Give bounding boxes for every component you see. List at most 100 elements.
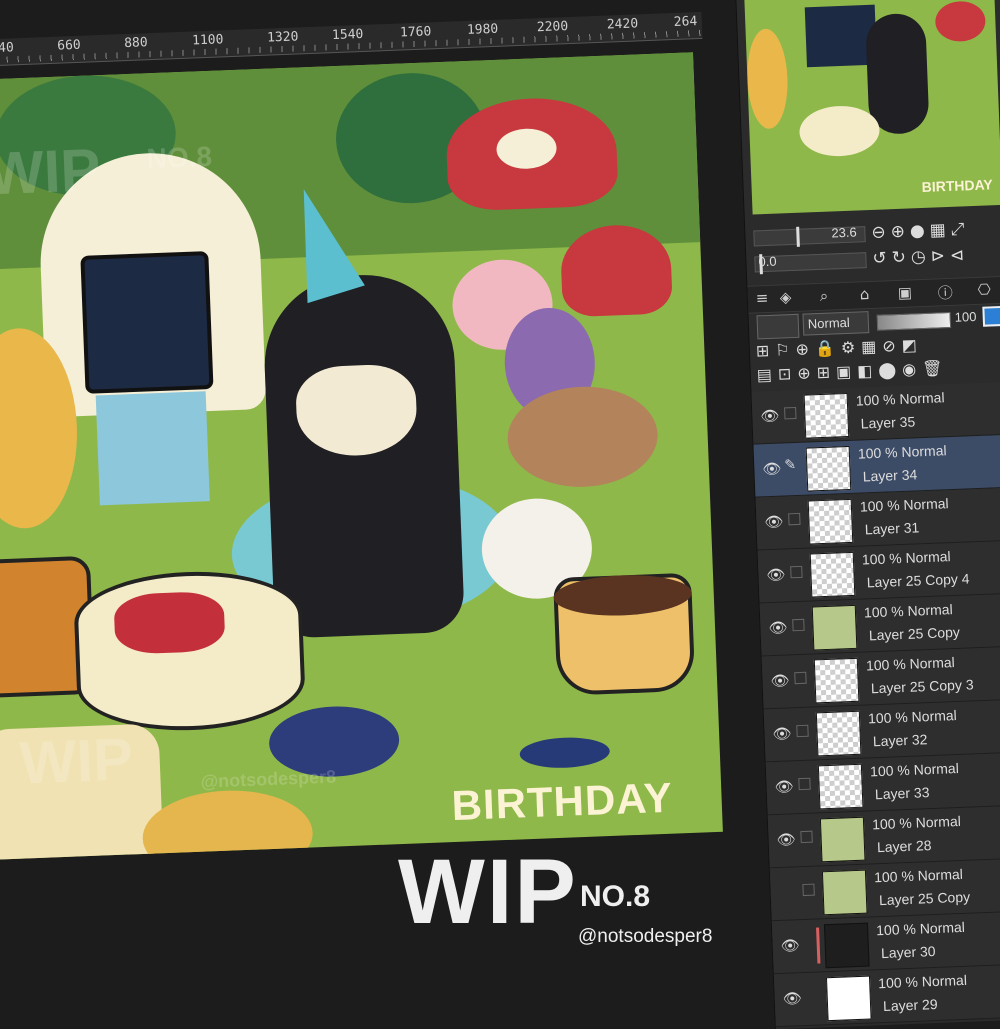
layer-row[interactable]: 👁 100 % Normal Layer 29 [773,963,1000,1028]
eye-icon[interactable]: 👁 [782,989,802,1008]
layer-mode: 100 % Normal [873,865,964,886]
layer-row[interactable]: 👁 100 % Normal Layer 31 [755,486,1000,551]
lock-checkbox[interactable] [798,777,811,791]
eye-icon[interactable]: 👁 [764,513,784,532]
layer-row[interactable]: 👁 100 % Normal Layer 32 [763,698,1000,763]
lock-checkbox[interactable] [794,671,807,685]
eye-icon[interactable]: 👁 [760,407,780,426]
layer-mode: 100 % Normal [859,495,949,515]
ruler-label: 264 [673,14,698,30]
layer-name: Layer 33 [874,784,930,803]
tab-icon[interactable]: ▣ [897,283,912,302]
eye-icon[interactable]: 👁 [768,618,788,637]
info-icon[interactable]: ⓘ [937,282,953,304]
caption-number: NO.8 [580,880,651,913]
layer-list: 👁 100 % Normal Layer 35 👁 ✎ 100 % Normal… [751,380,1000,1028]
zoom-value: 23.6 [831,224,857,241]
layer-thumbnail [809,551,856,598]
ruler-label: 1540 [331,26,364,44]
layer-row[interactable]: 👁 100 % Normal Layer 25 Copy [759,592,1000,657]
eye-icon[interactable]: 👁 [780,936,800,955]
eye-icon[interactable]: 👁 [766,565,786,584]
layer-row[interactable]: 👁 100 % Normal Layer 30 [771,910,1000,975]
layer-thumbnail [817,763,864,810]
layer-row[interactable]: 👁 100 % Normal Layer 33 [765,751,1000,816]
preview-character [865,12,930,135]
opacity-slider[interactable] [876,311,952,331]
layer-thumbnail [807,498,854,545]
navigator-preview[interactable]: BIRTHDAY [743,0,1000,215]
lock-checkbox[interactable] [792,618,805,632]
layer-thumbnail [823,922,870,969]
layer-toolbar[interactable]: ⊞⚐⊕🔒⚙▦⊘◩ [756,335,924,360]
search-icon[interactable]: ⌕ [819,287,828,305]
zoom-buttons[interactable]: ⊖⊕●▦⤢ [871,219,970,243]
layer-mode: 100 % Normal [855,389,945,409]
birthday-text: BIRTHDAY [450,773,674,830]
layer-color-swatch[interactable] [982,305,1000,327]
rotate-buttons[interactable]: ↺↻◷⊳⊲ [872,245,970,269]
layer-row[interactable]: 👁 100 % Normal Layer 28 [767,804,1000,869]
layer-name: Layer 25 Copy [878,888,971,909]
lock-checkbox[interactable] [802,883,815,897]
ruler-label: 440 [0,40,15,57]
preview-mushroom [934,0,987,43]
lock-checkbox[interactable] [790,565,803,579]
layer-name: Layer 32 [872,731,928,750]
eye-icon[interactable]: 👁 [770,671,790,690]
cat-tablet [80,251,214,394]
layer-mode: 100 % Normal [865,654,955,674]
menu-icon[interactable]: ≡ [756,289,769,307]
layer-thumbnail [825,975,872,1022]
blend-mode-select[interactable]: Normal [802,311,870,336]
right-panel: BIRTHDAY 23.6 ⊖⊕●▦⤢ 0.0 ↺↻◷⊳⊲ ≡ ◈ ⌕ ⌂ ▣ … [735,0,1000,1029]
layer-mode: 100 % Normal [871,812,962,833]
layer-thumbnail [819,816,866,863]
layer-actions[interactable]: ▤⊡⊕⊞▣◧⬤◉🗑 [756,358,948,384]
layer-row[interactable]: 👁 100 % Normal Layer 35 [751,380,1000,445]
layer-name: Layer 29 [882,995,938,1015]
lock-checkbox[interactable] [788,512,801,526]
layer-row[interactable]: 👁 100 % Normal Layer 25 Copy 4 [757,539,1000,604]
pen-icon: ✎ [783,457,797,474]
eye-icon[interactable]: 👁 [772,724,792,743]
layer-row-selected[interactable]: 👁 ✎ 100 % Normal Layer 34 [753,433,1000,498]
layer-thumbnail [805,445,852,492]
watermark-handle: @notsodesper8 [200,766,337,792]
photo-frame [95,391,210,506]
eye-icon[interactable]: 👁 [762,460,782,479]
layer-mode: 100 % Normal [867,707,958,727]
slider-thumb[interactable] [796,226,800,247]
preview-cake [798,104,881,158]
ruler-label: 1100 [191,32,224,49]
layer-name: Layer 30 [880,943,936,962]
layer-name: Layer 31 [864,519,920,538]
layer-row[interactable]: 100 % Normal Layer 25 Copy [769,857,1000,922]
eye-icon[interactable]: 👁 [774,777,794,796]
layer-mode: 100 % Normal [863,601,953,621]
lock-checkbox[interactable] [796,724,809,738]
layer-name: Layer 25 Copy 4 [866,570,970,591]
layer-mode: 100 % Normal [875,918,966,939]
artwork-canvas[interactable]: WIP NO.8 WIP @notsodesper8 BIRTHDAY [0,52,723,861]
preview-bread [745,28,790,130]
caption-wip: WIP [398,841,578,943]
layer-mode: 100 % Normal [861,548,951,568]
lock-checkbox[interactable] [784,406,797,420]
tab-icon[interactable]: ⎔ [977,280,991,298]
ruler-label: 1320 [266,29,299,46]
layer-row[interactable]: 👁 100 % Normal Layer 25 Copy 3 [761,645,1000,710]
layer-thumbnail [821,869,868,916]
lock-checkbox[interactable] [800,830,813,844]
watermark-wip: WIP [0,136,102,208]
tab-icon[interactable]: ⌂ [859,285,869,303]
ruler-label: 2420 [606,16,639,33]
eye-icon[interactable]: 👁 [776,830,796,849]
layer-mode: 100 % Normal [857,442,947,462]
layer-name: Layer 28 [876,837,932,856]
layer-tab-icon[interactable]: ◈ [779,288,791,306]
layer-type-dropdown[interactable] [756,313,800,340]
layer-name: Layer 25 Copy 3 [870,676,974,697]
ruler-label: 1980 [466,21,499,38]
ruler-label: 2200 [536,19,569,36]
